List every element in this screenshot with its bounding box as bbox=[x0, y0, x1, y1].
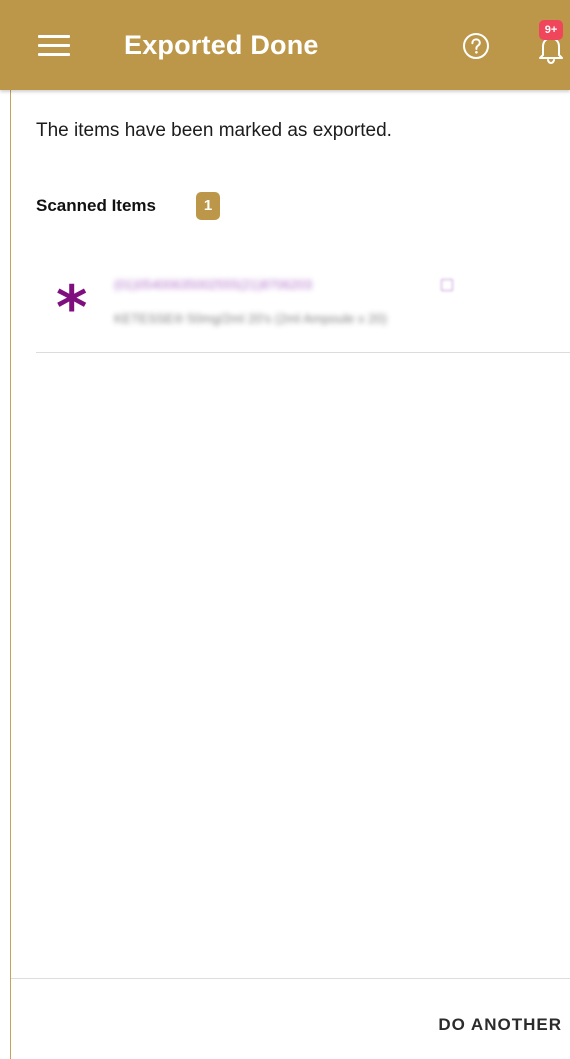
list-item[interactable]: * (01)05400635002555(21)8706203 KETESSE®… bbox=[36, 262, 570, 353]
menu-line bbox=[38, 53, 70, 56]
item-description: KETESSE® 50mg/2ml 20's (2ml Ampoule x 20… bbox=[114, 311, 387, 326]
notification-badge: 9+ bbox=[539, 20, 563, 40]
external-link-icon[interactable] bbox=[441, 279, 453, 291]
item-code: (01)05400635002555(21)8706203 bbox=[114, 277, 313, 292]
menu-icon[interactable] bbox=[38, 35, 70, 57]
screen: Exported Done 9+ The items have been mar… bbox=[0, 0, 570, 1059]
left-border bbox=[10, 90, 11, 1059]
page-title: Exported Done bbox=[124, 30, 319, 60]
menu-line bbox=[38, 44, 70, 47]
scanned-items-count-badge: 1 bbox=[196, 192, 220, 220]
status-message: The items have been marked as exported. bbox=[36, 120, 392, 141]
help-circle-icon[interactable] bbox=[462, 32, 490, 60]
menu-line bbox=[38, 35, 70, 38]
scanned-items-heading: Scanned Items bbox=[36, 196, 156, 215]
notifications-button[interactable]: 9+ bbox=[528, 18, 570, 70]
app-bar: Exported Done 9+ bbox=[0, 0, 570, 90]
asterisk-icon: * bbox=[56, 273, 88, 343]
footer-bar: DO ANOTHER bbox=[11, 978, 570, 1059]
do-another-button[interactable]: DO ANOTHER bbox=[438, 1005, 570, 1045]
